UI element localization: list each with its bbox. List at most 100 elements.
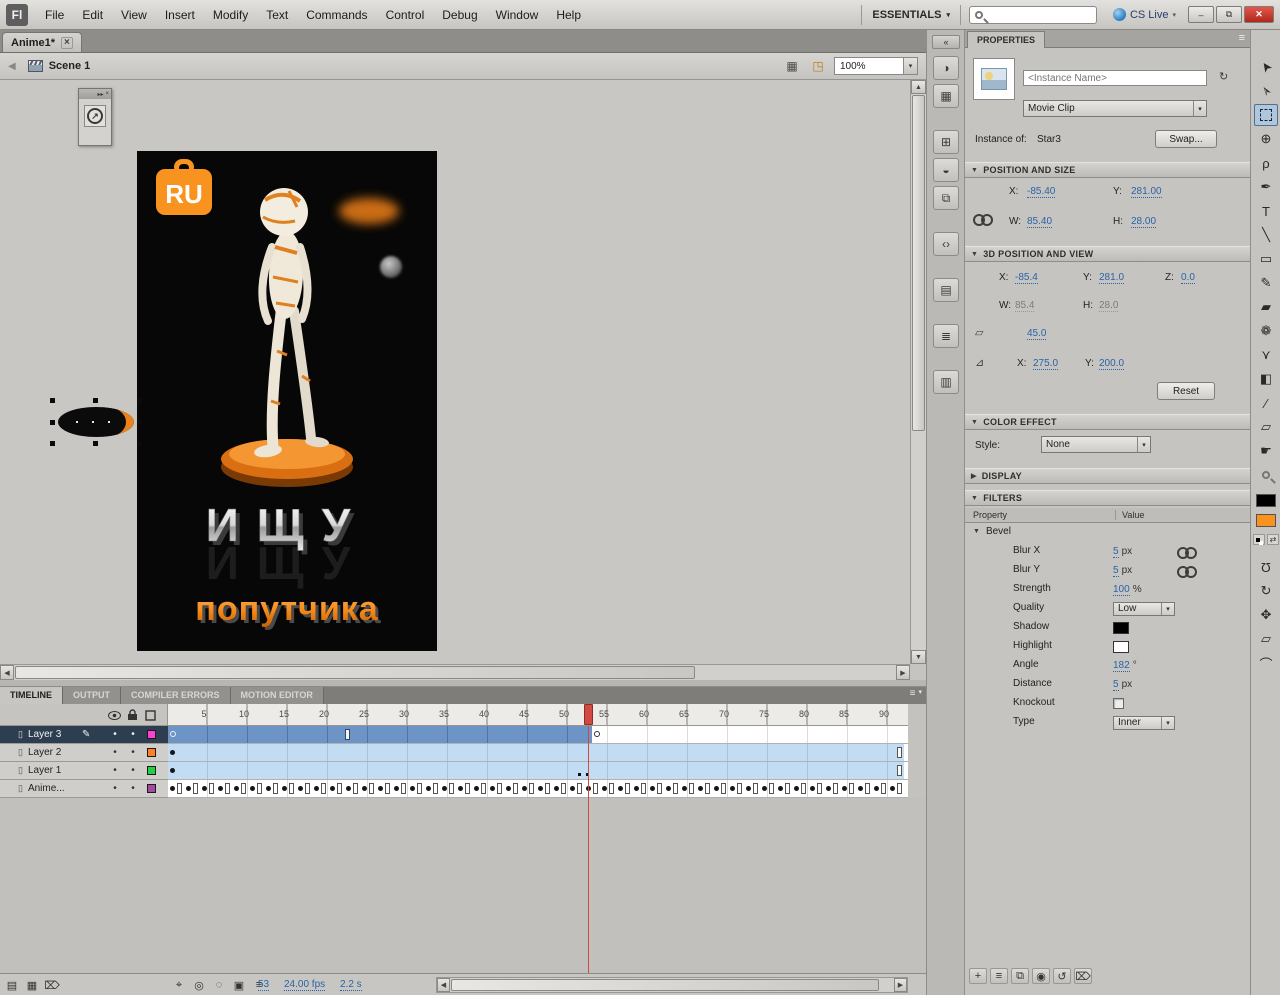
layer-lock-dot[interactable]: •: [127, 783, 139, 794]
clipboard-icon[interactable]: ⧉: [1011, 968, 1029, 984]
floating-mini-panel[interactable]: ▸▸ × ↗: [78, 88, 112, 146]
layer-lock-dot[interactable]: •: [127, 729, 139, 740]
delete-filter-icon[interactable]: ⌦: [1074, 968, 1092, 984]
perspective-angle-value[interactable]: 45.0: [1027, 328, 1047, 340]
snap-magnet-icon[interactable]: Ω: [1254, 556, 1278, 578]
filter-strength-value[interactable]: 100: [1113, 584, 1130, 596]
edit-symbols-icon[interactable]: ◳: [808, 57, 828, 75]
layer-row-layer-2[interactable]: ▯ Layer 2 • •: [0, 744, 168, 762]
section-color-effect[interactable]: ▼ COLOR EFFECT: [965, 414, 1251, 430]
layer-visibility-dot[interactable]: •: [109, 729, 121, 740]
link-wh-icon[interactable]: [973, 214, 993, 226]
eye-icon[interactable]: [108, 710, 121, 721]
color-panel-icon[interactable]: ◑: [933, 56, 959, 80]
transform-handle[interactable]: [137, 398, 142, 403]
vp-y-value[interactable]: 200.0: [1099, 358, 1125, 370]
stroke-color-chip[interactable]: [1256, 494, 1276, 507]
align-panel-icon[interactable]: ⊞: [933, 130, 959, 154]
filter-distance-value[interactable]: 5: [1113, 679, 1119, 691]
transform-handle[interactable]: [50, 420, 55, 425]
timeline-ruler[interactable]: 5 10 15 20 25 30 35 40 45 50 55 60 65 70 75 80 85 90: [168, 704, 908, 726]
layer-outline-swatch[interactable]: [147, 766, 156, 775]
timeline-tab-timeline[interactable]: TIMELINE: [0, 687, 63, 704]
tween-span-selected[interactable]: [168, 726, 592, 743]
scroll-right-icon[interactable]: ▶: [894, 978, 907, 992]
timeline-scroll-thumb[interactable]: [451, 979, 879, 991]
center-frame-icon[interactable]: ⌖: [170, 977, 188, 993]
layer-row-layer-3[interactable]: ▯ Layer 3 ✎ • •: [0, 726, 168, 744]
add-filter-icon[interactable]: +: [969, 968, 987, 984]
section-position-size[interactable]: ▼ POSITION AND SIZE: [965, 162, 1251, 178]
filter-knockout-checkbox[interactable]: [1113, 698, 1124, 709]
filter-shadow-swatch[interactable]: [1113, 621, 1129, 634]
horizontal-scrollbar[interactable]: ◀ ▶: [0, 664, 910, 680]
transform-handle[interactable]: [137, 441, 142, 446]
y-value[interactable]: 281.00: [1131, 186, 1162, 198]
playhead-marker[interactable]: [584, 704, 593, 725]
search-box[interactable]: [968, 5, 1097, 24]
menu-item-commands[interactable]: Commands: [297, 0, 376, 30]
vertical-scrollbar[interactable]: ▲ ▼: [910, 80, 926, 664]
brush-tool[interactable]: ▰: [1254, 296, 1278, 318]
new-folder-icon[interactable]: ▦: [23, 977, 41, 993]
elapsed-time-value[interactable]: 2.2 s: [340, 979, 362, 991]
eraser-tool[interactable]: ▱: [1254, 416, 1278, 438]
layer-lock-dot[interactable]: •: [127, 747, 139, 758]
filter-highlight-swatch[interactable]: [1113, 640, 1129, 653]
horizontal-scroll-thumb[interactable]: [15, 666, 695, 679]
vertical-scroll-thumb[interactable]: [912, 95, 925, 431]
reset-button[interactable]: Reset: [1157, 382, 1215, 400]
lock-icon[interactable]: [127, 709, 138, 721]
presets-icon[interactable]: ≡: [990, 968, 1008, 984]
filter-quality-dropdown[interactable]: Low ▾: [1113, 601, 1175, 616]
timeline-tab-output[interactable]: OUTPUT: [63, 687, 121, 704]
timeline-tab-compiler-errors[interactable]: COMPILER ERRORS: [121, 687, 231, 704]
transform-handle[interactable]: [93, 398, 98, 403]
document-tab[interactable]: Anime1* ×: [2, 32, 82, 52]
scale-icon[interactable]: ✥: [1254, 604, 1278, 626]
lasso-tool[interactable]: ρ: [1254, 152, 1278, 174]
mini-panel-button[interactable]: ↗: [84, 105, 106, 127]
layer-outline-swatch[interactable]: [147, 784, 156, 793]
search-input[interactable]: [987, 9, 1088, 20]
3d-x-value[interactable]: -85.4: [1015, 272, 1038, 284]
oval-shape[interactable]: [58, 407, 134, 437]
tween-span[interactable]: [168, 762, 904, 779]
text-tool[interactable]: T: [1254, 200, 1278, 222]
w-value[interactable]: 85.40: [1027, 216, 1053, 228]
menu-item-control[interactable]: Control: [377, 0, 434, 30]
info-panel-icon[interactable]: ◒: [933, 158, 959, 182]
menu-item-text[interactable]: Text: [257, 0, 297, 30]
swap-symbol-icon[interactable]: ↻: [1219, 70, 1228, 83]
filter-blur-y-value[interactable]: 5: [1113, 565, 1119, 577]
frame-rate-value[interactable]: 24.00 fps: [284, 979, 326, 991]
filter-type-dropdown[interactable]: Inner ▾: [1113, 715, 1175, 730]
playhead-line[interactable]: [588, 726, 589, 973]
3d-z-value[interactable]: 0.0: [1181, 272, 1195, 284]
scroll-left-icon[interactable]: ◀: [0, 665, 14, 680]
pen-tool[interactable]: ✒: [1254, 176, 1278, 198]
swatches-panel-icon[interactable]: ▦: [933, 84, 959, 108]
filter-angle-value[interactable]: 182: [1113, 660, 1130, 672]
menu-item-modify[interactable]: Modify: [204, 0, 257, 30]
timeline-scrollbar[interactable]: ◀ ▶: [436, 977, 908, 993]
stage-pasteboard[interactable]: RU ИЩУ ИЩУ ИЩУ попутчика попутчика ▸▸ × …: [0, 80, 910, 664]
rectangle-tool[interactable]: ▭: [1254, 248, 1278, 270]
menu-item-help[interactable]: Help: [547, 0, 590, 30]
onion-skin-outlines-icon[interactable]: ◌: [210, 977, 228, 993]
motion-presets-panel-icon[interactable]: ≣: [933, 324, 959, 348]
rotate-skew-icon[interactable]: ↻: [1254, 580, 1278, 602]
onion-skin-icon[interactable]: ◎: [190, 977, 208, 993]
swap-colors-icon[interactable]: ⇄: [1267, 534, 1279, 545]
reset-filter-icon[interactable]: ↺: [1053, 968, 1071, 984]
stage-poster[interactable]: RU ИЩУ ИЩУ ИЩУ попутчика попутчика: [137, 151, 437, 651]
link-icon[interactable]: [1177, 547, 1197, 559]
vp-x-value[interactable]: 275.0: [1033, 358, 1059, 370]
zoom-combo[interactable]: 100% ▾: [834, 57, 918, 75]
layer-row-layer-1[interactable]: ▯ Layer 1 • •: [0, 762, 168, 780]
frame-row-layer-1[interactable]: [168, 762, 908, 780]
timeline-tab-motion-editor[interactable]: MOTION EDITOR: [230, 687, 324, 704]
transform-handle[interactable]: [93, 441, 98, 446]
free-transform-tool[interactable]: [1254, 104, 1278, 126]
symbol-type-dropdown[interactable]: Movie Clip ▾: [1023, 100, 1207, 117]
